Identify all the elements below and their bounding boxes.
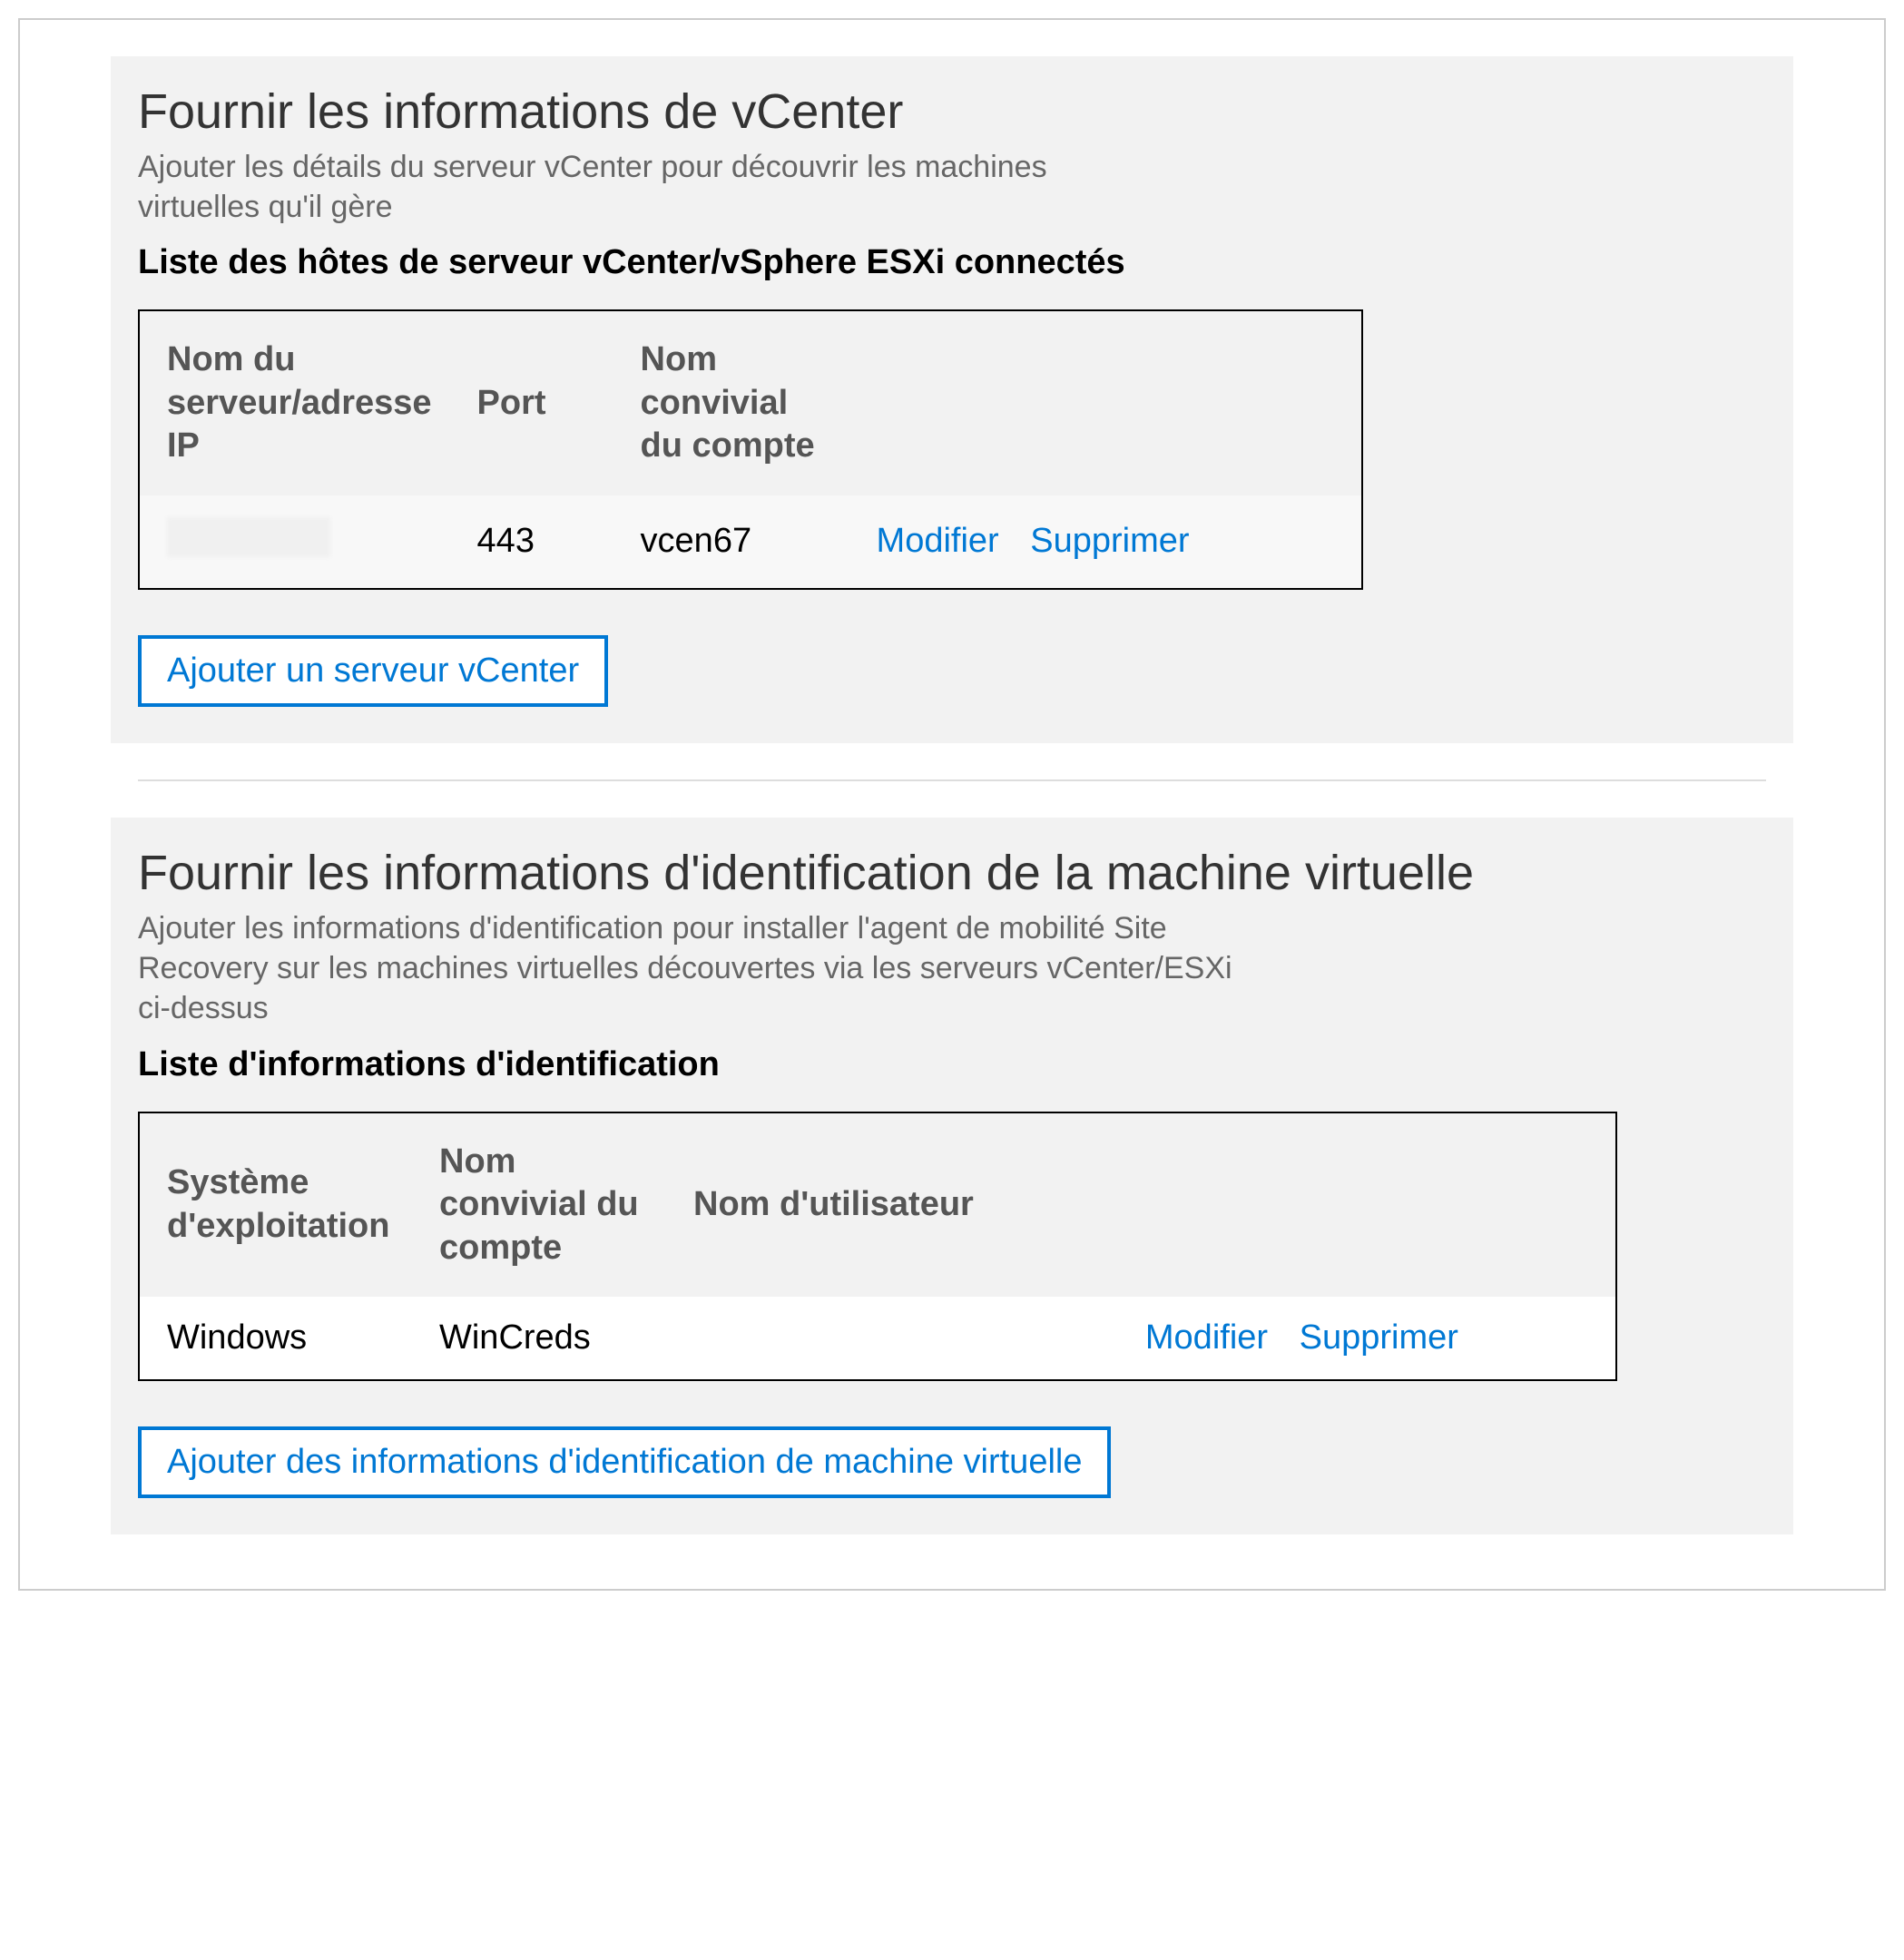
vcenter-title: Fournir les informations de vCenter: [138, 83, 1766, 140]
vcenter-table: Nom du serveur/adresse IP Port Nom convi…: [138, 309, 1363, 590]
cell-username: [666, 1297, 1118, 1379]
creds-title: Fournir les informations d'identificatio…: [138, 845, 1766, 901]
col-port: Port: [450, 311, 613, 495]
cell-friendly: WinCreds: [412, 1297, 666, 1379]
table-header-row: Nom du serveur/adresse IP Port Nom convi…: [140, 311, 1361, 495]
vcenter-section: Fournir les informations de vCenter Ajou…: [111, 56, 1793, 743]
add-vcenter-button[interactable]: Ajouter un serveur vCenter: [138, 635, 608, 707]
cell-server: [140, 495, 450, 588]
col-username: Nom d'utilisateur: [666, 1113, 1118, 1298]
creds-subtitle: Liste d'informations d'identification: [138, 1045, 1766, 1084]
cell-actions: Modifier Supprimer: [849, 495, 1361, 588]
delete-link[interactable]: Supprimer: [1300, 1318, 1458, 1357]
col-actions: [1118, 1113, 1615, 1298]
col-friendly: Nom convivial du compte: [613, 311, 849, 495]
vcenter-desc: Ajouter les détails du serveur vCenter p…: [138, 147, 1136, 227]
cell-friendly: vcen67: [613, 495, 849, 588]
table-header-row: Système d'exploitation Nom convivial du …: [140, 1113, 1615, 1298]
edit-link[interactable]: Modifier: [877, 522, 999, 560]
edit-link[interactable]: Modifier: [1145, 1318, 1268, 1357]
cell-os: Windows: [140, 1297, 412, 1379]
table-row: Windows WinCreds Modifier Supprimer: [140, 1297, 1615, 1379]
col-os: Système d'exploitation: [140, 1113, 412, 1298]
redacted-server: [167, 517, 330, 557]
add-creds-button[interactable]: Ajouter des informations d'identificatio…: [138, 1426, 1111, 1498]
creds-section: Fournir les informations d'identificatio…: [111, 818, 1793, 1534]
col-actions: [849, 311, 1361, 495]
table-row: 443 vcen67 Modifier Supprimer: [140, 495, 1361, 588]
config-panel: Fournir les informations de vCenter Ajou…: [18, 18, 1886, 1591]
col-friendly: Nom convivial du compte: [412, 1113, 666, 1298]
creds-desc: Ajouter les informations d'identificatio…: [138, 908, 1272, 1029]
vcenter-subtitle: Liste des hôtes de serveur vCenter/vSphe…: [138, 243, 1766, 282]
col-server: Nom du serveur/adresse IP: [140, 311, 450, 495]
section-divider: [138, 779, 1766, 781]
cell-actions: Modifier Supprimer: [1118, 1297, 1615, 1379]
delete-link[interactable]: Supprimer: [1030, 522, 1189, 560]
cell-port: 443: [450, 495, 613, 588]
creds-table: Système d'exploitation Nom convivial du …: [138, 1112, 1617, 1382]
